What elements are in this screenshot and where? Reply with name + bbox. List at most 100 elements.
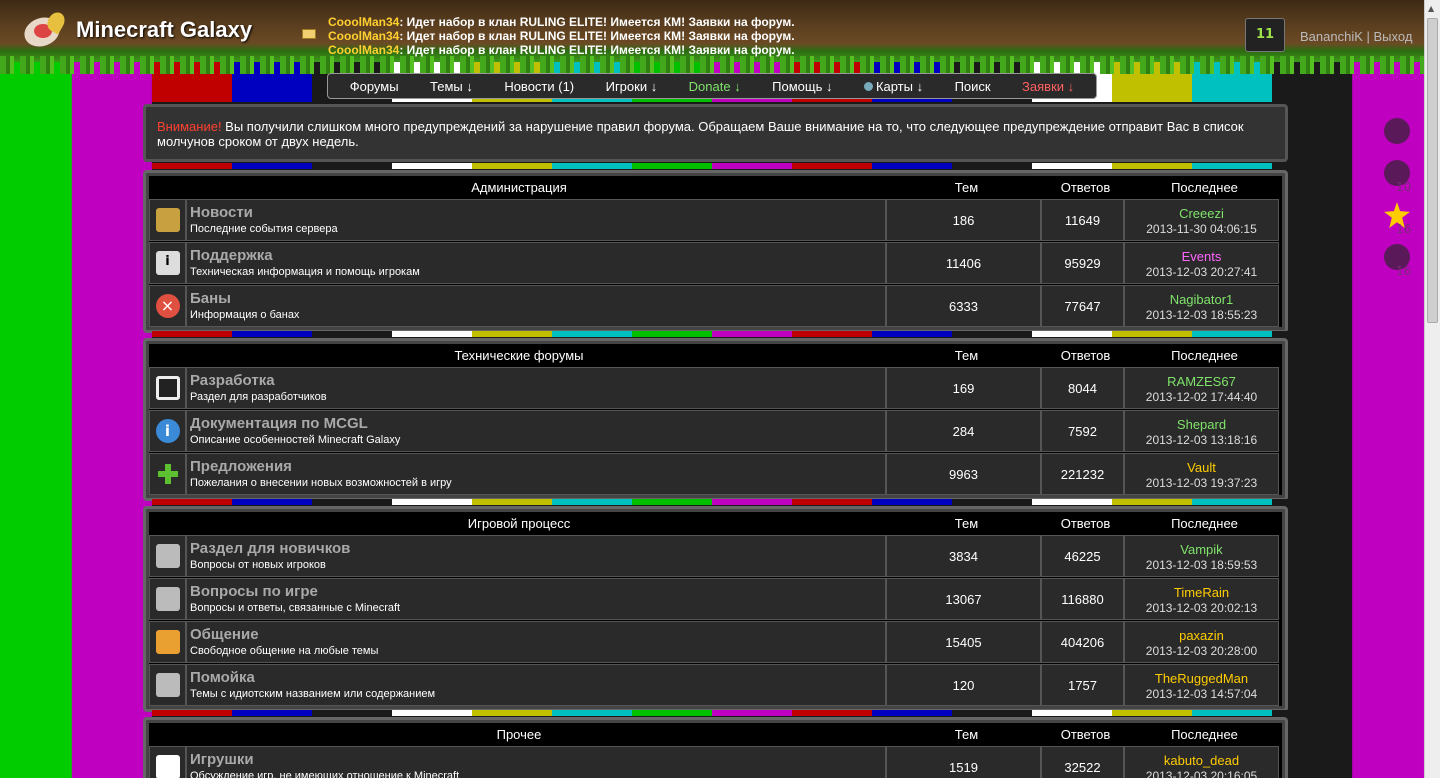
last-post-time: 2013-12-03 18:55:23 xyxy=(1145,308,1258,322)
scroll-up-icon[interactable]: ▲ xyxy=(1428,4,1434,13)
category-header: Игровой процесс Тем Ответов Последнее xyxy=(149,512,1282,534)
topic-count: 15405 xyxy=(886,621,1041,663)
stripe-segment xyxy=(1272,331,1352,337)
forum-title-link[interactable]: Поддержка xyxy=(190,247,882,264)
stripe-segment xyxy=(1192,710,1272,716)
nav-item[interactable]: Поиск xyxy=(955,79,991,94)
nav-item[interactable]: Donate ↓ xyxy=(689,79,741,94)
stripe-segment xyxy=(712,499,792,505)
forum-description: Информация о банах xyxy=(190,309,300,321)
last-post-user-link[interactable]: Nagibator1 xyxy=(1125,292,1278,307)
side-item[interactable] xyxy=(1382,116,1422,158)
nav-item[interactable]: Форумы xyxy=(350,79,399,94)
stripe-segment xyxy=(712,710,792,716)
forum-title-link[interactable]: Разработка xyxy=(190,372,882,389)
side-panel: 10 16 16 xyxy=(1382,116,1422,284)
category-title[interactable]: Прочее xyxy=(149,727,889,742)
forum-title-link[interactable]: Общение xyxy=(190,626,882,643)
forum-title-link[interactable]: Баны xyxy=(190,290,882,307)
news-user[interactable]: CooolMan34 xyxy=(328,43,399,57)
last-post-user-link[interactable]: kabuto_dead xyxy=(1125,753,1278,768)
forum-row: Раздел для новичков Вопросы от новых игро… xyxy=(149,534,1282,577)
stripe-segment xyxy=(792,163,872,169)
side-item[interactable]: 16 xyxy=(1382,242,1422,284)
forum-icon-cell xyxy=(149,367,186,409)
news-line[interactable]: CooolMan34: Идет набор в клан RULING ELI… xyxy=(328,29,888,43)
last-post-user-link[interactable]: Creeezi xyxy=(1125,206,1278,221)
last-post-user-link[interactable]: Events xyxy=(1125,249,1278,264)
forum-description: Описание особенностей Minecraft Galaxy xyxy=(190,434,401,446)
stripe-segment xyxy=(1112,710,1192,716)
forum-title-link[interactable]: Вопросы по игре xyxy=(190,583,882,600)
stripe-segment xyxy=(152,499,232,505)
forum-icon-cell xyxy=(149,621,186,663)
news-line[interactable]: CooolMan34: Идет набор в клан RULING ELI… xyxy=(328,43,888,57)
stripe-segment xyxy=(792,710,872,716)
nav-item[interactable]: Карты ↓ xyxy=(863,79,923,94)
wrench-icon xyxy=(155,208,180,232)
user-links: BananchiK | Выход xyxy=(1300,29,1412,44)
last-post-cell: Nagibator1 2013-12-03 18:55:23 xyxy=(1124,285,1279,327)
forum-title-link[interactable]: Предложения xyxy=(190,458,882,475)
last-post-user-link[interactable]: Shepard xyxy=(1125,417,1278,432)
nav-item[interactable]: Темы ↓ xyxy=(430,79,473,94)
forum-row: Помойка Темы с идиотским названием или со… xyxy=(149,663,1282,706)
forum-title-link[interactable]: Помойка xyxy=(190,669,882,686)
last-post-time: 2013-12-03 20:02:13 xyxy=(1145,601,1258,615)
nav-label: Помощь ↓ xyxy=(772,78,833,94)
last-post-user-link[interactable]: Vault xyxy=(1125,460,1278,475)
forum-title-link[interactable]: Игрушки xyxy=(190,751,882,768)
forum-title-link[interactable]: Раздел для новичков xyxy=(190,540,882,557)
site-logo[interactable]: Minecraft Galaxy xyxy=(20,9,252,52)
news-line[interactable]: CooolMan34: Идет набор в клан RULING ELI… xyxy=(328,15,888,29)
grass-edge xyxy=(0,56,1424,74)
stripe-segment xyxy=(552,710,632,716)
logout-link[interactable]: Выход xyxy=(1374,29,1413,44)
stripe-segment xyxy=(632,499,712,505)
nav-item[interactable]: Новости (1) xyxy=(504,79,574,94)
category-title[interactable]: Игровой процесс xyxy=(149,516,889,531)
reply-count: 8044 xyxy=(1041,367,1124,409)
nav-item[interactable]: Игроки ↓ xyxy=(606,79,658,94)
column-replies: Ответов xyxy=(1060,515,1111,531)
nav-item[interactable]: Помощь ↓ xyxy=(772,79,832,94)
column-last: Последнее xyxy=(1171,726,1238,742)
column-last: Последнее xyxy=(1171,515,1238,531)
column-last: Последнее xyxy=(1171,347,1238,363)
last-post-cell: kabuto_dead 2013-12-03 20:16:05 xyxy=(1124,746,1279,778)
scroll-thumb[interactable] xyxy=(1427,18,1438,323)
news-user[interactable]: CooolMan34 xyxy=(328,29,399,43)
last-post-user-link[interactable]: TheRuggedMan xyxy=(1125,671,1278,686)
forum-row: Предложения Пожелания о внесении новых во… xyxy=(149,452,1282,495)
stripe-segment xyxy=(312,499,392,505)
stripe-segment xyxy=(1272,163,1352,169)
stripe-segment xyxy=(1192,163,1272,169)
online-count-badge[interactable]: 11 xyxy=(1245,18,1285,52)
last-post-user-link[interactable]: RAMZES67 xyxy=(1125,374,1278,389)
forum-name-cell: Помойка Темы с идиотским названием или со… xyxy=(186,664,886,706)
forum-title-link[interactable]: Новости xyxy=(190,204,882,221)
reply-count: 95929 xyxy=(1041,242,1124,284)
logo-icon xyxy=(20,9,68,52)
category-title[interactable]: Технические форумы xyxy=(149,348,889,363)
last-post-user-link[interactable]: TimeRain xyxy=(1125,585,1278,600)
side-item[interactable]: 16 xyxy=(1382,200,1422,242)
forum-name-cell: Документация по MCGL Описание особенносте… xyxy=(186,410,886,452)
category-title[interactable]: Администрация xyxy=(149,180,889,195)
news-user[interactable]: CooolMan34 xyxy=(328,15,399,29)
forum-title-link[interactable]: Документация по MCGL xyxy=(190,415,882,432)
last-post-user-link[interactable]: Vampik xyxy=(1125,542,1278,557)
stripe-segment xyxy=(1112,163,1192,169)
reply-count: 77647 xyxy=(1041,285,1124,327)
username-link[interactable]: BananchiK xyxy=(1300,29,1363,44)
mail-icon[interactable] xyxy=(302,29,316,39)
last-post-user-link[interactable]: paxazin xyxy=(1125,628,1278,643)
topic-count: 6333 xyxy=(886,285,1041,327)
nav-item[interactable]: Заявки ↓ xyxy=(1022,79,1074,94)
stripe-segment xyxy=(952,499,1032,505)
last-post-cell: TheRuggedMan 2013-12-03 14:57:04 xyxy=(1124,664,1279,706)
stripe-segment xyxy=(392,710,472,716)
scrollbar[interactable]: ▲ xyxy=(1424,0,1440,778)
forum-category: Администрация Тем Ответов Последнее Новости П… xyxy=(143,170,1288,333)
side-item[interactable]: 10 xyxy=(1382,158,1422,200)
